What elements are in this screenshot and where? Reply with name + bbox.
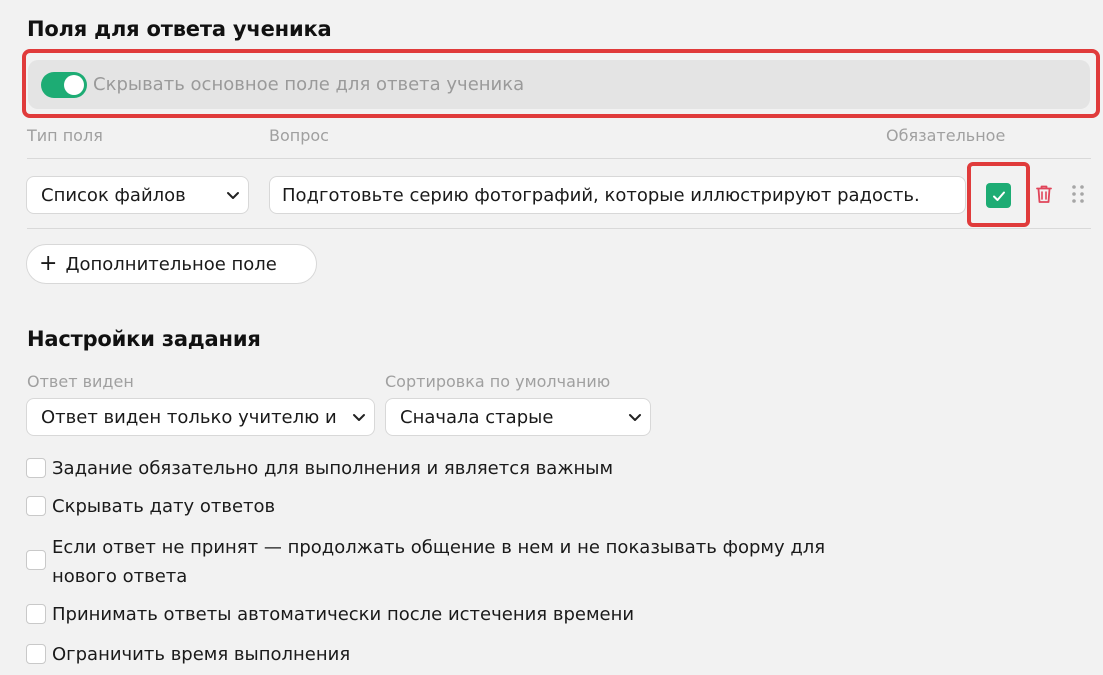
column-header-required: Обязательное — [886, 126, 1006, 145]
chevron-down-icon — [344, 407, 374, 427]
chevron-down-icon — [218, 185, 248, 205]
answer-visible-value: Ответ виден только учителю и — [41, 406, 337, 428]
option-label: Принимать ответы автоматически после ист… — [52, 604, 635, 625]
field-type-select[interactable]: Список файлов — [26, 176, 249, 214]
option-label: Задание обязательно для выполнения и явл… — [52, 458, 614, 479]
option-hide-answer-date[interactable]: Скрывать дату ответов — [26, 492, 275, 521]
answer-visible-label: Ответ виден — [27, 372, 134, 391]
question-input[interactable]: Подготовьте серию фотографий, которые ил… — [269, 176, 966, 214]
option-important[interactable]: Задание обязательно для выполнения и явл… — [26, 454, 613, 483]
option-checkbox[interactable] — [26, 644, 46, 664]
option-checkbox[interactable] — [26, 458, 46, 478]
field-type-value: Список файлов — [41, 184, 186, 206]
task-settings-page: Поля для ответа ученика Скрывать основно… — [0, 0, 1103, 675]
answer-visible-select[interactable]: Ответ виден только учителю и — [26, 398, 375, 436]
add-field-button[interactable]: + Дополнительное поле — [26, 244, 317, 284]
highlight-box-toggle — [22, 49, 1100, 118]
default-sort-value: Сначала старые — [400, 406, 554, 428]
settings-section-title: Настройки задания — [27, 327, 261, 351]
option-checkbox[interactable] — [26, 496, 46, 516]
option-checkbox[interactable] — [26, 604, 46, 624]
chevron-down-icon — [620, 407, 650, 427]
option-continue-conversation[interactable]: Если ответ не принят — продолжать общени… — [26, 533, 846, 591]
option-checkbox[interactable] — [26, 550, 46, 570]
highlight-box-checkbox — [967, 162, 1030, 227]
trash-icon[interactable] — [1033, 183, 1055, 205]
option-auto-accept[interactable]: Принимать ответы автоматически после ист… — [26, 600, 634, 629]
drag-handle-icon[interactable] — [1068, 183, 1088, 205]
option-label: Если ответ не принят — продолжать общени… — [52, 537, 826, 587]
default-sort-select[interactable]: Сначала старые — [385, 398, 651, 436]
option-label: Скрывать дату ответов — [52, 496, 276, 517]
fields-section-title: Поля для ответа ученика — [27, 17, 332, 41]
add-field-label: Дополнительное поле — [65, 253, 277, 275]
column-header-type: Тип поля — [27, 126, 103, 145]
divider — [27, 228, 1091, 229]
plus-icon: + — [39, 251, 58, 276]
default-sort-label: Сортировка по умолчанию — [385, 372, 611, 391]
option-label: Ограничить время выполнения — [52, 644, 351, 665]
column-header-question: Вопрос — [269, 126, 329, 145]
option-limit-time[interactable]: Ограничить время выполнения — [26, 640, 350, 669]
divider — [27, 158, 1091, 159]
